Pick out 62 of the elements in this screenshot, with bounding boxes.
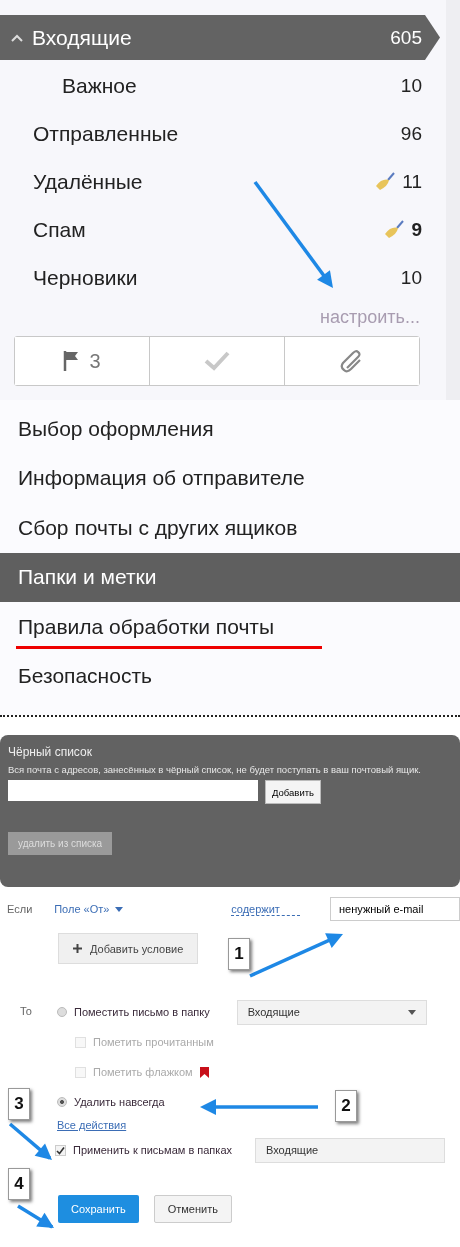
folder-item[interactable]: Входящие 605 xyxy=(0,15,440,60)
folder-count: 11 xyxy=(402,171,422,193)
if-label: Если xyxy=(6,903,34,915)
folder-select[interactable]: Входящие xyxy=(255,1137,445,1163)
broom-icon[interactable] xyxy=(374,172,397,192)
folder-count: 10 xyxy=(400,75,422,97)
folder-name: Спам xyxy=(33,218,87,242)
step-number: 2 xyxy=(335,1090,357,1122)
settings-menu-item[interactable]: Выбор оформления xyxy=(0,404,460,454)
folder-item[interactable]: Удалённые 11 xyxy=(0,158,440,206)
radio-button[interactable] xyxy=(57,1007,67,1017)
folder-item[interactable]: Черновики 10 xyxy=(0,254,440,302)
check-icon xyxy=(203,350,231,372)
step-number: 4 xyxy=(8,1168,30,1200)
settings-menu-item[interactable]: Правила обработки почты xyxy=(0,602,460,652)
checkbox[interactable] xyxy=(55,1144,66,1156)
folder-name: Важное xyxy=(62,74,138,98)
folder-item[interactable]: Важное 10 xyxy=(0,62,440,110)
folder-count: 96 xyxy=(400,123,422,145)
step-number: 1 xyxy=(228,938,250,970)
folder-item[interactable]: Отправленные 96 xyxy=(0,110,440,158)
action-label: Поместить письмо в папку xyxy=(74,1006,210,1018)
folder-count: 9 xyxy=(411,219,422,241)
step-number: 3 xyxy=(8,1088,30,1120)
action-label: Удалить навсегда xyxy=(74,1096,165,1108)
flag-icon xyxy=(63,350,80,372)
radio-button[interactable] xyxy=(57,1097,67,1107)
panel-description: Вся почта с адресов, занесённых в чёрный список, не будет поступать в ваш почтовый ящик. xyxy=(8,764,422,776)
folder-name: Черновики xyxy=(33,266,139,290)
caret-icon xyxy=(115,906,124,912)
cancel-button[interactable]: Отменить xyxy=(153,1195,232,1223)
folder-name: Отправленные xyxy=(33,122,180,146)
filter-button[interactable]: 3 xyxy=(15,337,150,385)
collapse-icon[interactable] xyxy=(10,32,24,43)
broom-icon[interactable] xyxy=(383,220,406,240)
folder-count: 10 xyxy=(400,267,422,289)
settings-menu-item[interactable]: Безопасность xyxy=(0,651,460,701)
annotation-arrow xyxy=(8,1122,52,1160)
apply-label: Применить к письмам в папках xyxy=(73,1144,232,1156)
settings-menu-item[interactable]: Сбор почты с других ящиков xyxy=(0,503,460,553)
action-label: Пометить флажком xyxy=(93,1066,193,1078)
value-input-field[interactable]: ненужный e-mail xyxy=(330,897,460,921)
folder-name: Входящие xyxy=(32,25,133,50)
action-label: Пометить прочитанным xyxy=(93,1036,214,1048)
caret-icon xyxy=(407,1009,416,1015)
then-label: То xyxy=(19,1005,33,1019)
save-button[interactable]: Сохранить xyxy=(58,1195,139,1223)
folder-item[interactable]: Спам 9 xyxy=(0,206,440,254)
all-actions-link[interactable]: Все действия xyxy=(57,1119,127,1131)
folder-select[interactable]: Входящие xyxy=(236,999,427,1025)
folder-count: 605 xyxy=(390,26,422,49)
annotation-arrow xyxy=(17,1204,54,1229)
settings-menu-item[interactable]: Информация об отправителе xyxy=(0,453,460,503)
add-button[interactable]: Добавить xyxy=(265,780,321,804)
add-condition-button[interactable]: Добавить условие xyxy=(58,933,199,964)
field-dropdown[interactable]: Поле «От» xyxy=(54,903,232,915)
condition-link[interactable]: содержит xyxy=(231,902,300,916)
plus-icon xyxy=(73,944,82,953)
email-input-field[interactable] xyxy=(8,780,258,801)
folder-name: Удалённые xyxy=(33,170,144,194)
settings-menu-item[interactable]: Папки и метки xyxy=(0,552,460,602)
panel-title: Чёрный список xyxy=(8,745,93,759)
